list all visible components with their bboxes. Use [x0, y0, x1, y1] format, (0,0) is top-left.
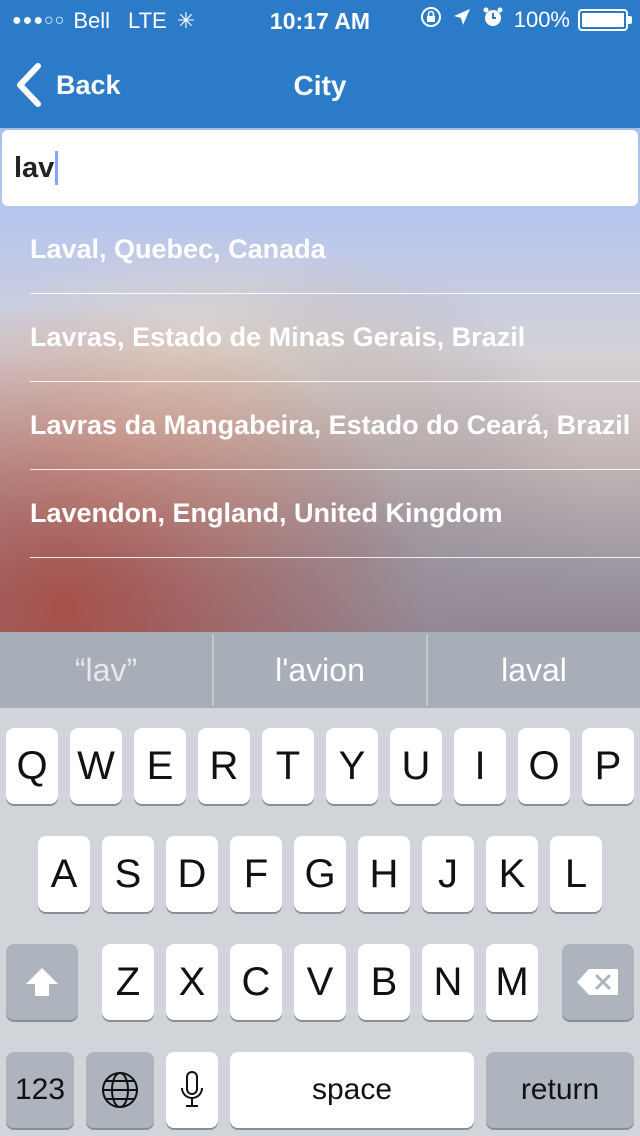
- list-item[interactable]: Laval, Quebec, Canada: [30, 206, 640, 294]
- suggestion-2[interactable]: laval: [428, 632, 640, 708]
- key-k[interactable]: K: [486, 836, 538, 912]
- navigation-bar: Back City: [0, 40, 640, 130]
- key-x[interactable]: X: [166, 944, 218, 1020]
- delete-key[interactable]: [562, 944, 634, 1020]
- key-n[interactable]: N: [422, 944, 474, 1020]
- rotation-lock-icon: [420, 6, 442, 34]
- battery-percent: 100%: [513, 7, 570, 32]
- list-item[interactable]: Lavras, Estado de Minas Gerais, Brazil: [30, 294, 640, 382]
- key-o[interactable]: O: [518, 728, 570, 804]
- page-title: City: [293, 70, 347, 101]
- dictation-key[interactable]: [166, 1052, 218, 1128]
- space-key[interactable]: space: [230, 1052, 474, 1128]
- backspace-icon: [577, 969, 618, 995]
- key-i[interactable]: I: [454, 728, 506, 804]
- key-b[interactable]: B: [358, 944, 410, 1020]
- key-q[interactable]: Q: [6, 728, 58, 804]
- return-key[interactable]: return: [486, 1052, 634, 1128]
- predictive-text-bar: “lav” l'avion laval: [0, 632, 640, 708]
- key-w[interactable]: W: [70, 728, 122, 804]
- city-results-list: Laval, Quebec, Canada Lavras, Estado de …: [0, 206, 640, 558]
- key-v[interactable]: V: [294, 944, 346, 1020]
- key-z[interactable]: Z: [102, 944, 154, 1020]
- result-label: Lavras da Mangabeira, Estado do Ceará, B…: [30, 410, 631, 440]
- result-label: Lavras, Estado de Minas Gerais, Brazil: [30, 322, 526, 352]
- numbers-key[interactable]: 123: [6, 1052, 74, 1128]
- key-p[interactable]: P: [582, 728, 634, 804]
- battery-icon: [578, 9, 632, 31]
- location-arrow-icon: [452, 7, 472, 33]
- globe-icon: [102, 1072, 138, 1108]
- result-label: Laval, Quebec, Canada: [30, 234, 326, 264]
- list-item[interactable]: Lavras da Mangabeira, Estado do Ceará, B…: [30, 382, 640, 470]
- microphone-icon: [181, 1071, 203, 1107]
- key-c[interactable]: C: [230, 944, 282, 1020]
- city-search-input[interactable]: lav: [2, 130, 638, 206]
- key-g[interactable]: G: [294, 836, 346, 912]
- shift-key[interactable]: [6, 944, 78, 1020]
- on-screen-keyboard: “lav” l'avion laval Q W E R T Y U I O P …: [0, 632, 640, 1136]
- key-f[interactable]: F: [230, 836, 282, 912]
- key-h[interactable]: H: [358, 836, 410, 912]
- key-t[interactable]: T: [262, 728, 314, 804]
- shift-arrow-icon: [26, 968, 58, 996]
- key-rows: Q W E R T Y U I O P A S D F G H J K L Z …: [0, 708, 640, 1136]
- suggestion-typed[interactable]: “lav”: [0, 632, 212, 708]
- key-d[interactable]: D: [166, 836, 218, 912]
- key-e[interactable]: E: [134, 728, 186, 804]
- search-input-value: lav: [14, 151, 55, 184]
- list-item[interactable]: Lavendon, England, United Kingdom: [30, 470, 640, 558]
- alarm-clock-icon: [482, 6, 504, 34]
- status-bar: ●●●○○ Bell LTE ✳ 10:17 AM 100%: [0, 0, 640, 40]
- key-s[interactable]: S: [102, 836, 154, 912]
- text-cursor: [55, 151, 59, 185]
- key-r[interactable]: R: [198, 728, 250, 804]
- key-l[interactable]: L: [550, 836, 602, 912]
- globe-key[interactable]: [86, 1052, 154, 1128]
- app-header: ●●●○○ Bell LTE ✳ 10:17 AM 100% Back City: [0, 0, 640, 130]
- result-label: Lavendon, England, United Kingdom: [30, 498, 503, 528]
- suggestion-1[interactable]: l'avion: [214, 632, 426, 708]
- key-a[interactable]: A: [38, 836, 90, 912]
- key-j[interactable]: J: [422, 836, 474, 912]
- key-u[interactable]: U: [390, 728, 442, 804]
- key-y[interactable]: Y: [326, 728, 378, 804]
- key-m[interactable]: M: [486, 944, 538, 1020]
